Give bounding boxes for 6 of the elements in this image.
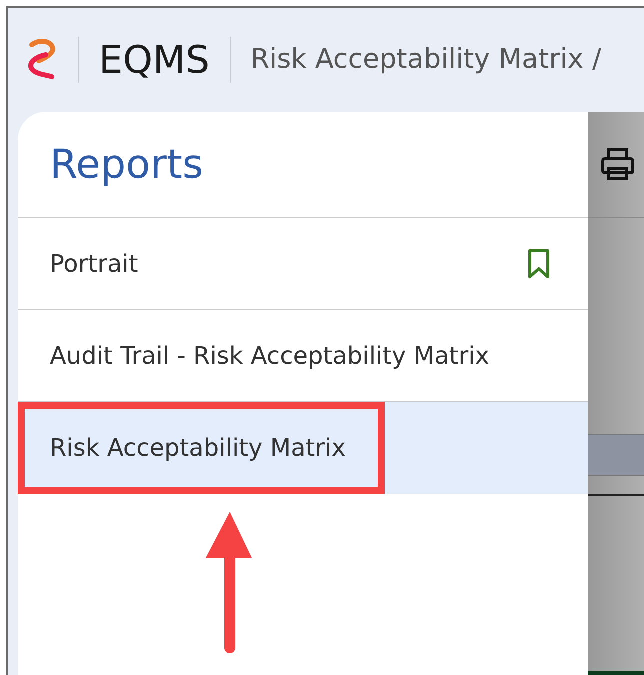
app-name: EQMS [99, 36, 210, 84]
preview-band [588, 434, 644, 476]
print-icon[interactable] [600, 146, 636, 182]
bookmark-icon[interactable] [526, 248, 552, 280]
panel-title: Reports [50, 140, 204, 190]
breadcrumb: Risk Acceptability Matrix / [250, 42, 602, 77]
